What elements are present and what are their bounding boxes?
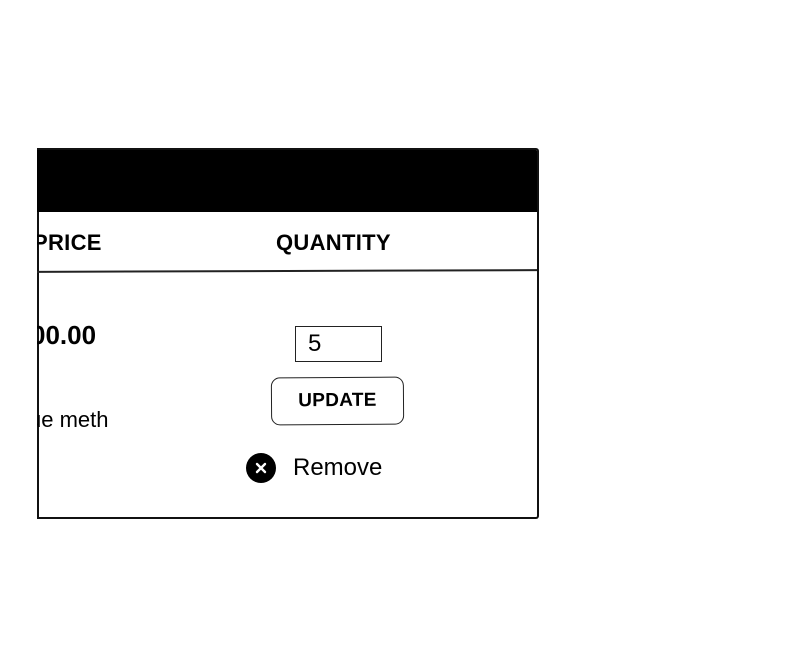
header-divider	[37, 269, 537, 273]
remove-label[interactable]: Remove	[293, 454, 382, 482]
price-column-header: PRICE	[37, 230, 102, 255]
quantity-input[interactable]	[295, 326, 382, 362]
update-button[interactable]: UPDATE	[270, 376, 405, 426]
remove-item-link[interactable]: Remove	[246, 453, 382, 483]
item-price: 00.00	[37, 320, 97, 350]
table-header-bar	[37, 150, 537, 212]
column-headers: PRICE QUANTITY	[37, 212, 537, 273]
item-description: ue meth	[37, 407, 109, 432]
page: PRICE QUANTITY 00.00 ue meth UPDATE Remo…	[0, 0, 800, 670]
close-circle-icon[interactable]	[246, 453, 276, 483]
quantity-column-header: QUANTITY	[276, 230, 391, 255]
cart-table: PRICE QUANTITY 00.00 ue meth UPDATE Remo…	[37, 148, 539, 519]
